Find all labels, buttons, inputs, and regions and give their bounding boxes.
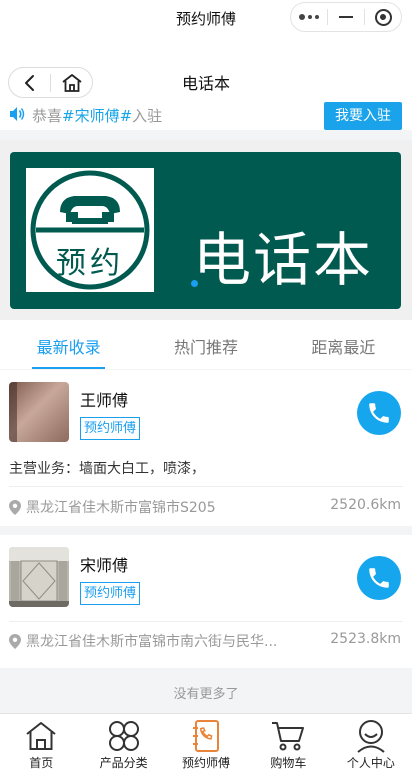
listing-name: 宋师傅 bbox=[80, 556, 129, 575]
listing-photo bbox=[9, 382, 69, 442]
listing-address: 黑龙江省佳木斯市富锦市南六街与民华... bbox=[9, 631, 309, 651]
tab-popular[interactable]: 热门推荐 bbox=[137, 320, 274, 369]
location-pin-icon bbox=[9, 633, 21, 649]
phone-icon bbox=[369, 403, 389, 423]
listing-photo bbox=[9, 547, 69, 607]
notice-text: 恭喜#宋师傅#入驻 bbox=[32, 107, 163, 125]
listing-distance: 2520.6km bbox=[330, 497, 401, 513]
cart-icon bbox=[272, 721, 305, 750]
category-icon bbox=[108, 720, 139, 751]
phonebook-logo: 预约 bbox=[26, 168, 154, 292]
home-icon bbox=[26, 721, 56, 750]
phone-icon bbox=[369, 568, 389, 588]
list-item[interactable]: 宋师傅 预约师傅 黑龙江省佳木斯市富锦市南六街与民华... 2523.8km bbox=[0, 535, 412, 668]
miniprogram-capsule bbox=[290, 2, 402, 32]
notice-highlight: #宋师傅# bbox=[62, 107, 133, 125]
location-pin-icon bbox=[9, 499, 21, 515]
divider bbox=[9, 621, 403, 622]
page-title: 电话本 bbox=[181, 74, 230, 93]
minimize-button[interactable] bbox=[328, 3, 364, 31]
no-more-text: 没有更多了 bbox=[173, 687, 239, 702]
close-button[interactable] bbox=[365, 3, 401, 31]
logo-text: 预约 bbox=[56, 246, 124, 281]
close-circle-icon bbox=[374, 8, 392, 26]
tabbar-item-profile[interactable]: 个人中心 bbox=[330, 714, 412, 771]
user-icon bbox=[357, 719, 385, 753]
banner-headline: 电话本 bbox=[193, 226, 374, 294]
divider bbox=[9, 486, 403, 487]
tabbar-item-category[interactable]: 产品分类 bbox=[82, 714, 164, 771]
speaker-icon bbox=[10, 107, 25, 121]
tab-nearest[interactable]: 距离最近 bbox=[275, 320, 412, 369]
call-button[interactable] bbox=[357, 391, 401, 435]
tabbar-item-home[interactable]: 首页 bbox=[0, 714, 82, 771]
navigation-bar: 电话本 bbox=[0, 36, 412, 100]
minimize-icon bbox=[339, 16, 353, 18]
tab-latest[interactable]: 最新收录 bbox=[0, 320, 137, 369]
join-button[interactable]: 我要入驻 bbox=[324, 102, 402, 130]
list-tabs: 最新收录 热门推荐 距离最近 bbox=[0, 320, 412, 369]
window-titlebar: 预约师傅 bbox=[0, 0, 412, 36]
tabbar-item-cart[interactable]: 购物车 bbox=[247, 714, 329, 771]
listing-tag: 预约师傅 bbox=[80, 417, 141, 440]
phonebook-icon bbox=[193, 719, 220, 752]
banner-carousel: 预约 电话本 bbox=[0, 140, 412, 320]
list-item[interactable]: 王师傅 预约师傅 主营业务：墙面大白工，喷漆， 黑龙江省佳木斯市富锦市S205 … bbox=[0, 370, 412, 526]
more-menu-button[interactable] bbox=[291, 3, 327, 31]
carousel-indicator[interactable] bbox=[191, 280, 198, 287]
listing-tag: 预约师傅 bbox=[80, 582, 141, 605]
listing-distance: 2523.8km bbox=[330, 631, 401, 647]
call-button[interactable] bbox=[357, 556, 401, 600]
tabbar-item-booking[interactable]: 预约师傅 bbox=[165, 714, 247, 771]
bottom-tabbar: 首页 产品分类 预约师傅 购物车 个人中心 bbox=[0, 713, 412, 771]
business-info: 主营业务：墙面大白工，喷漆， bbox=[9, 461, 205, 477]
listing-address: 黑龙江省佳木斯市富锦市S205 bbox=[9, 497, 309, 517]
more-dots-icon bbox=[299, 14, 319, 20]
banner-slide[interactable]: 预约 电话本 bbox=[10, 152, 401, 309]
listing-name: 王师傅 bbox=[80, 391, 129, 410]
